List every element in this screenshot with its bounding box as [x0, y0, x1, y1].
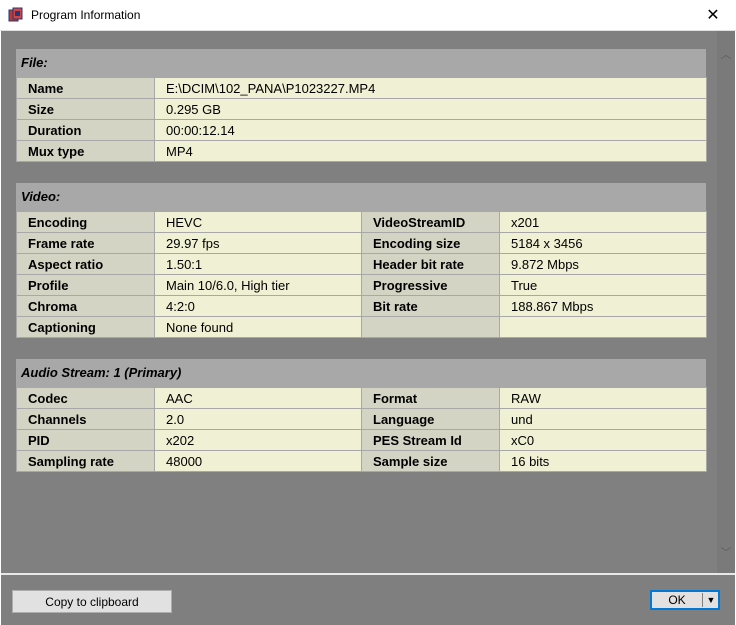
footer-bar: Copy to clipboard OK ▼: [1, 575, 735, 625]
ok-button-label[interactable]: OK: [652, 592, 702, 608]
table-row: Chroma 4:2:0 Bit rate 188.867 Mbps: [16, 295, 707, 317]
field-value: 188.867 Mbps: [499, 295, 707, 317]
table-row: Name E:\DCIM\102_PANA\P1023227.MP4: [16, 77, 707, 99]
field-label: Sample size: [361, 450, 500, 472]
split-divider: [702, 593, 703, 607]
field-label: Name: [16, 77, 155, 99]
file-table: Name E:\DCIM\102_PANA\P1023227.MP4 Size …: [16, 77, 707, 162]
field-value: 48000: [154, 450, 362, 472]
field-label: Aspect ratio: [16, 253, 155, 275]
field-value: E:\DCIM\102_PANA\P1023227.MP4: [154, 77, 707, 99]
vertical-scrollbar[interactable]: ︿ ﹀: [717, 31, 735, 573]
close-icon: ✕: [706, 7, 720, 24]
info-scroll-area[interactable]: File: Name E:\DCIM\102_PANA\P1023227.MP4…: [1, 31, 717, 573]
field-value: 0.295 GB: [154, 98, 707, 120]
field-label: Encoding: [16, 211, 155, 233]
field-label: Mux type: [16, 140, 155, 162]
field-value: None found: [154, 316, 362, 338]
field-label: Size: [16, 98, 155, 120]
field-label: PID: [16, 429, 155, 451]
field-value: 16 bits: [499, 450, 707, 472]
field-value: 9.872 Mbps: [499, 253, 707, 275]
field-label: Progressive: [361, 274, 500, 296]
video-section-header: Video:: [21, 189, 61, 204]
field-value: 4:2:0: [154, 295, 362, 317]
field-value: 5184 x 3456: [499, 232, 707, 254]
field-label: Sampling rate: [16, 450, 155, 472]
table-row: PID x202 PES Stream Id xC0: [16, 429, 707, 451]
field-label: Codec: [16, 387, 155, 409]
client-area: File: Name E:\DCIM\102_PANA\P1023227.MP4…: [1, 31, 735, 625]
field-value: 1.50:1: [154, 253, 362, 275]
field-value: Main 10/6.0, High tier: [154, 274, 362, 296]
table-row: Encoding HEVC VideoStreamID x201: [16, 211, 707, 233]
field-value: x201: [499, 211, 707, 233]
table-row: Channels 2.0 Language und: [16, 408, 707, 430]
field-label: VideoStreamID: [361, 211, 500, 233]
field-value: MP4: [154, 140, 707, 162]
scroll-up-icon[interactable]: ︿: [717, 45, 735, 63]
field-label: Channels: [16, 408, 155, 430]
field-label: Header bit rate: [361, 253, 500, 275]
app-icon: [8, 7, 23, 22]
field-label: Duration: [16, 119, 155, 141]
ok-split-button[interactable]: OK ▼: [650, 590, 720, 610]
field-value: 2.0: [154, 408, 362, 430]
empty-cell: [361, 316, 500, 338]
field-label: PES Stream Id: [361, 429, 500, 451]
field-label: Profile: [16, 274, 155, 296]
field-label: Format: [361, 387, 500, 409]
table-row: Codec AAC Format RAW: [16, 387, 707, 409]
field-value: True: [499, 274, 707, 296]
field-value: HEVC: [154, 211, 362, 233]
field-value: 00:00:12.14: [154, 119, 707, 141]
scroll-down-icon[interactable]: ﹀: [717, 543, 735, 561]
field-label: Frame rate: [16, 232, 155, 254]
field-label: Language: [361, 408, 500, 430]
field-label: Encoding size: [361, 232, 500, 254]
video-section: Video: Encoding HEVC VideoStreamID x201 …: [16, 183, 707, 338]
copy-to-clipboard-button[interactable]: Copy to clipboard: [12, 590, 172, 613]
field-label: Captioning: [16, 316, 155, 338]
table-row: Captioning None found: [16, 316, 707, 338]
field-value: 29.97 fps: [154, 232, 362, 254]
title-bar: Program Information ✕: [0, 0, 736, 31]
audio-section: Audio Stream: 1 (Primary) Codec AAC Form…: [16, 359, 707, 472]
field-label: Chroma: [16, 295, 155, 317]
table-row: Size 0.295 GB: [16, 98, 707, 120]
close-button[interactable]: ✕: [690, 0, 736, 30]
table-row: Frame rate 29.97 fps Encoding size 5184 …: [16, 232, 707, 254]
file-section: File: Name E:\DCIM\102_PANA\P1023227.MP4…: [16, 49, 707, 162]
audio-table: Codec AAC Format RAW Channels 2.0 Langua…: [16, 387, 707, 472]
table-row: Profile Main 10/6.0, High tier Progressi…: [16, 274, 707, 296]
table-row: Duration 00:00:12.14: [16, 119, 707, 141]
field-value: x202: [154, 429, 362, 451]
table-row: Aspect ratio 1.50:1 Header bit rate 9.87…: [16, 253, 707, 275]
dropdown-arrow-icon[interactable]: ▼: [704, 592, 718, 608]
table-row: Sampling rate 48000 Sample size 16 bits: [16, 450, 707, 472]
field-value: xC0: [499, 429, 707, 451]
field-value: und: [499, 408, 707, 430]
field-value: RAW: [499, 387, 707, 409]
field-label: Bit rate: [361, 295, 500, 317]
window-title: Program Information: [31, 8, 141, 22]
audio-section-header: Audio Stream: 1 (Primary): [21, 365, 182, 380]
empty-cell: [499, 316, 707, 338]
file-section-header: File:: [21, 55, 48, 70]
field-value: AAC: [154, 387, 362, 409]
video-table: Encoding HEVC VideoStreamID x201 Frame r…: [16, 211, 707, 338]
table-row: Mux type MP4: [16, 140, 707, 162]
